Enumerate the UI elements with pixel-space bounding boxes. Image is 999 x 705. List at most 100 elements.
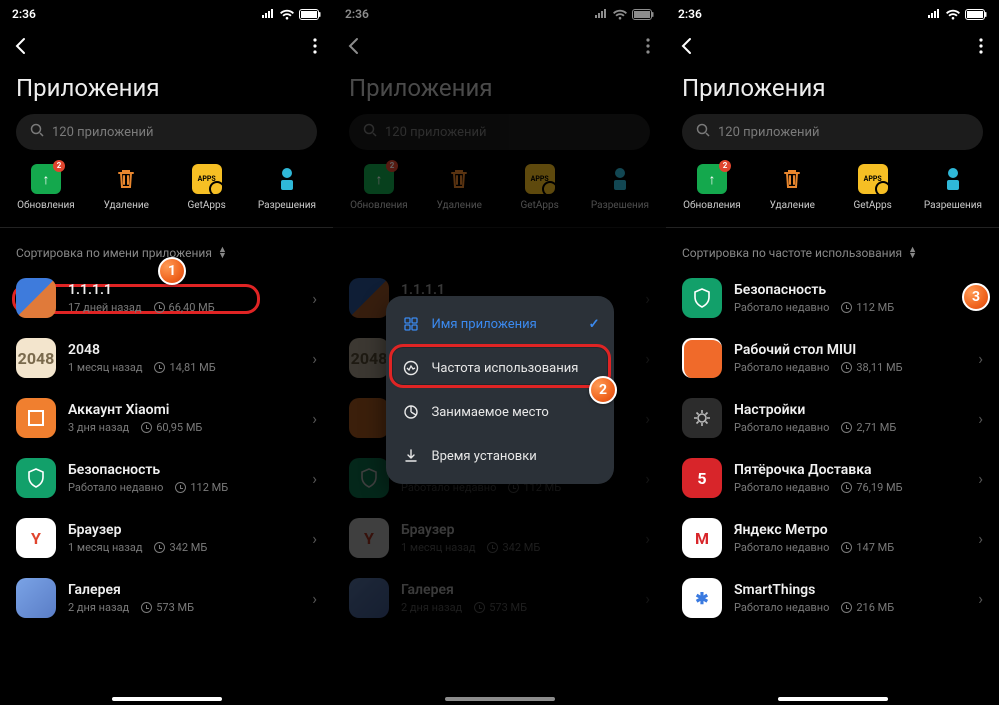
status-time: 2:36	[12, 7, 36, 21]
pie-icon	[402, 404, 420, 420]
clock-icon	[841, 302, 852, 313]
activity-icon	[402, 360, 420, 376]
toolbar	[0, 28, 333, 64]
back-button[interactable]	[678, 36, 698, 56]
app-row-miui[interactable]: Рабочий стол MIUIРаботало недавно38,11 М…	[666, 328, 999, 388]
app-row-smartthings[interactable]: ✱ SmartThingsРаботало недавно216 МБ ›	[666, 568, 999, 628]
page-title: Приложения	[0, 64, 333, 114]
app-icon: М	[682, 518, 722, 558]
app-icon	[16, 398, 56, 438]
getapps-icon: APPS	[858, 164, 888, 194]
app-row-browser[interactable]: Y Браузер 1 месяц назад342 МБ ›	[0, 508, 333, 568]
clock-icon	[841, 542, 852, 553]
clock-icon	[141, 602, 152, 613]
app-list: БезопасностьРаботало недавно112 МБ › Раб…	[666, 268, 999, 628]
signal-icon	[927, 9, 941, 19]
sort-arrows-icon: ▲▼	[908, 247, 917, 260]
delete-button[interactable]: Удаление	[88, 164, 164, 211]
app-icon	[682, 278, 722, 318]
grid-icon	[402, 317, 420, 331]
chevron-right-icon: ›	[974, 529, 987, 548]
status-bar: 2:36	[0, 0, 333, 28]
step-badge-1: 1	[158, 257, 186, 285]
app-row-xiaomi[interactable]: Аккаунт Xiaomi 3 дня назад60,95 МБ ›	[0, 388, 333, 448]
back-button[interactable]	[12, 36, 32, 56]
getapps-button[interactable]: APPSGetApps	[835, 164, 911, 211]
permissions-button[interactable]: Разрешения	[249, 164, 325, 211]
divider	[666, 227, 999, 228]
sort-option-name[interactable]: Имя приложения ✓	[386, 302, 614, 346]
app-row-settings[interactable]: НастройкиРаботало недавно2,71 МБ ›	[666, 388, 999, 448]
status-icons	[927, 9, 987, 20]
app-icon: 2048	[16, 338, 56, 378]
page-title: Приложения	[666, 64, 999, 114]
menu-button[interactable]	[313, 38, 321, 54]
search-input[interactable]: 120 приложений	[682, 114, 983, 150]
menu-button[interactable]	[979, 38, 987, 54]
home-indicator	[112, 697, 222, 701]
updates-button[interactable]: ↑ Обновления	[8, 164, 84, 211]
search-icon	[696, 123, 710, 141]
app-row-security[interactable]: БезопасностьРаботало недавно112 МБ ›	[666, 268, 999, 328]
permissions-icon	[272, 164, 302, 194]
clock-icon	[841, 422, 852, 433]
chevron-right-icon: ›	[308, 409, 321, 428]
search-placeholder: 120 приложений	[52, 125, 153, 140]
status-bar: 2:36	[666, 0, 999, 28]
chevron-right-icon: ›	[974, 409, 987, 428]
toolbar	[666, 28, 999, 64]
screen-3: 2:36 Приложения 120 приложений ↑Обновлен…	[666, 0, 999, 705]
getapps-icon: APPS	[192, 164, 222, 194]
sort-by-usage[interactable]: Сортировка по частоте использования ▲▼	[666, 238, 999, 268]
chevron-right-icon: ›	[308, 469, 321, 488]
step-badge-3: 3	[962, 283, 990, 311]
chevron-right-icon: ›	[308, 589, 321, 608]
app-row-metro[interactable]: М Яндекс МетроРаботало недавно147 МБ ›	[666, 508, 999, 568]
step-badge-2: 2	[589, 376, 617, 404]
app-row-security[interactable]: Безопасность Работало недавно112 МБ ›	[0, 448, 333, 508]
chevron-right-icon: ›	[974, 589, 987, 608]
sort-arrows-icon: ▲▼	[218, 247, 227, 260]
clock-icon	[154, 302, 165, 313]
trash-icon	[777, 164, 807, 194]
battery-icon	[965, 9, 987, 20]
chevron-right-icon: ›	[308, 349, 321, 368]
app-row-gallery[interactable]: Галерея 2 дня назад573 МБ ›	[0, 568, 333, 628]
delete-button[interactable]: Удаление	[754, 164, 830, 211]
status-time: 2:36	[678, 7, 702, 21]
action-row: ↑Обновления Удаление APPSGetApps Разреше…	[666, 150, 999, 215]
app-icon	[16, 578, 56, 618]
download-icon	[402, 448, 420, 464]
updates-button[interactable]: ↑Обновления	[674, 164, 750, 211]
app-row-pyaterochka[interactable]: 5 Пятёрочка ДоставкаРаботало недавно76,1…	[666, 448, 999, 508]
divider	[0, 227, 333, 228]
clock-icon	[141, 422, 152, 433]
app-icon: ✱	[682, 578, 722, 618]
app-icon: Y	[16, 518, 56, 558]
sort-option-date[interactable]: Время установки	[386, 434, 614, 478]
action-row: ↑ Обновления Удаление APPS GetApps Разре…	[0, 150, 333, 215]
sort-option-usage[interactable]: Частота использования	[386, 346, 614, 390]
permissions-button[interactable]: Разрешения	[915, 164, 991, 211]
clock-icon	[841, 482, 852, 493]
app-icon: 5	[682, 458, 722, 498]
app-row-2048[interactable]: 2048 2048 1 месяц назад14,81 МБ ›	[0, 328, 333, 388]
screen-2: 2:36 Приложения 120 приложений ↑Обновлен…	[333, 0, 666, 705]
status-icons	[261, 9, 321, 20]
app-icon	[16, 278, 56, 318]
chevron-right-icon: ›	[308, 289, 321, 308]
app-icon	[16, 458, 56, 498]
sort-option-size[interactable]: Занимаемое место	[386, 390, 614, 434]
clock-icon	[154, 542, 165, 553]
home-indicator	[778, 697, 888, 701]
getapps-button[interactable]: APPS GetApps	[169, 164, 245, 211]
clock-icon	[154, 362, 165, 373]
wifi-icon	[945, 9, 961, 20]
search-input[interactable]: 120 приложений	[16, 114, 317, 150]
clock-icon	[175, 482, 186, 493]
wifi-icon	[279, 9, 295, 20]
updates-icon: ↑	[697, 164, 727, 194]
search-placeholder: 120 приложений	[718, 125, 819, 140]
signal-icon	[261, 9, 275, 19]
app-list: 1.1.1.1 17 дней назад66,40 МБ › 2048 204…	[0, 268, 333, 628]
